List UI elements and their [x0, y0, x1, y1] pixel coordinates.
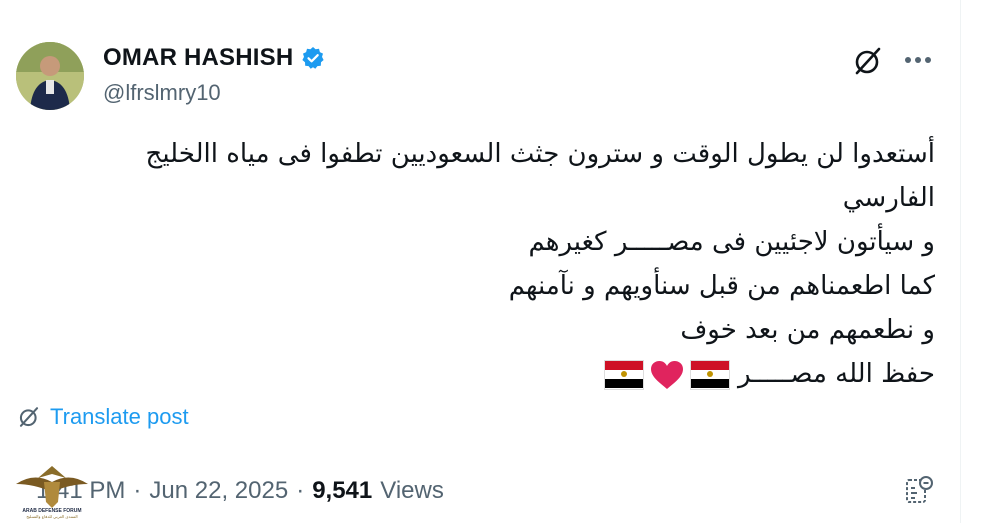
translate-icon — [19, 407, 39, 427]
author-handle[interactable]: @lfrslmry10 — [103, 80, 221, 106]
analytics-icon — [906, 476, 933, 503]
avatar-photo — [16, 42, 84, 110]
translate-post-label: Translate post — [50, 404, 189, 429]
tweet-line: أستعدوا لن يطول الوقت و سترون جثث السعود… — [145, 139, 935, 169]
flag-egypt-icon — [603, 359, 644, 390]
avatar[interactable] — [16, 42, 84, 110]
tweet-meta: 1:41 PM · Jun 22, 2025 · 9,541 Views — [36, 477, 444, 505]
more-icon — [905, 57, 931, 63]
watermark-subtitle: المنتدى العربي للدفاع والتسليح — [26, 514, 77, 519]
meta-separator: · — [133, 477, 142, 504]
flag-egypt-icon — [689, 359, 730, 390]
timeline-divider — [960, 0, 961, 523]
tweet-date[interactable]: Jun 22, 2025 — [149, 477, 288, 505]
author-display-name[interactable]: OMAR HASHISH — [103, 44, 293, 72]
arab-defense-forum-watermark: ARAB DEFENSE FORUM المنتدى العربي للدفاع… — [16, 466, 88, 519]
tweet-line: و نطعمهم من بعد خوف — [680, 315, 935, 345]
grok-icon — [855, 47, 881, 75]
grok-button[interactable] — [848, 41, 888, 81]
translate-post-link[interactable]: Translate post — [18, 404, 189, 430]
tweet-line: و سيأتون لاجئيين فى مصـــــر كغيرهم — [528, 227, 935, 257]
tweet-text: أستعدوا لن يطول الوقت و سترون جثث السعود… — [30, 132, 935, 396]
meta-separator: · — [296, 477, 305, 504]
analytics-button[interactable] — [899, 470, 939, 510]
emoji-group — [603, 359, 730, 390]
red-heart-icon — [650, 360, 683, 389]
tweet-last-line: حفظ الله مصـــــر — [30, 352, 935, 396]
tweet-line: كما اطعمناهم من قبل سنأويهم و نآمنهم — [508, 271, 935, 301]
more-button[interactable] — [898, 45, 938, 75]
author-name-row: OMAR HASHISH — [103, 44, 325, 72]
views-count: 9,541 — [312, 477, 373, 504]
tweet-line: الفارسي — [842, 183, 935, 213]
verified-badge-icon — [302, 47, 325, 69]
views-label: Views — [380, 477, 444, 504]
tweet-line: حفظ الله مصـــــر — [737, 359, 935, 389]
